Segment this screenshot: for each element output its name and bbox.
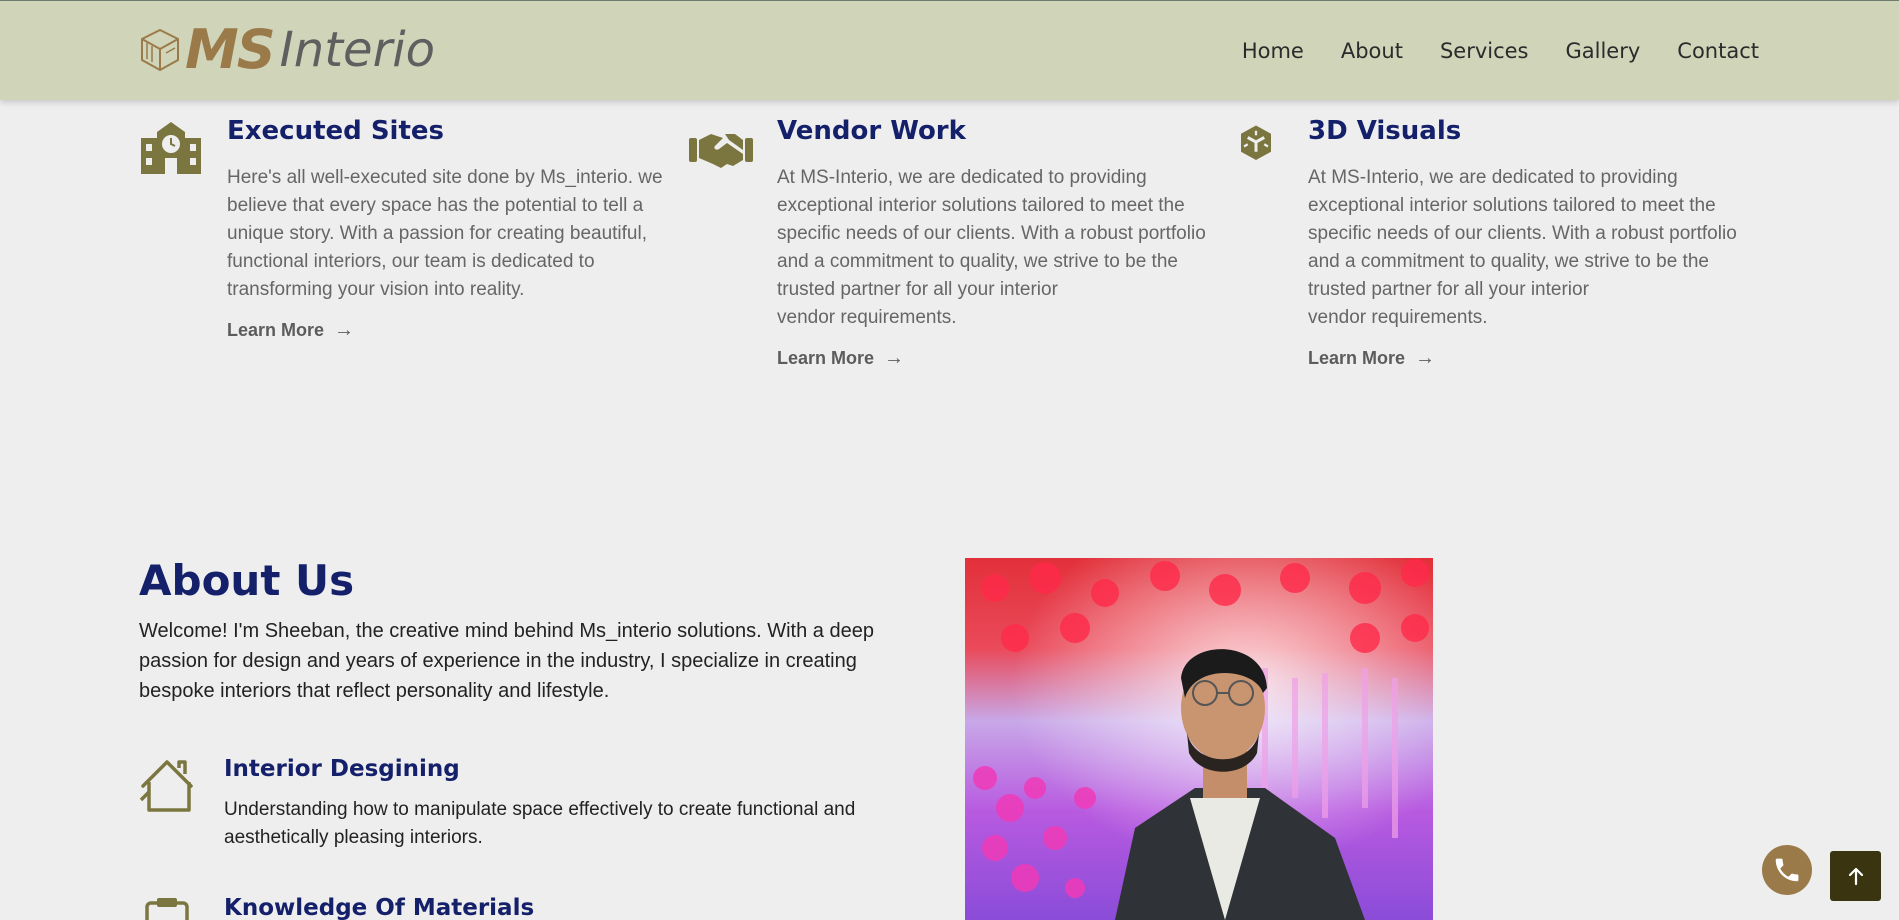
learn-more-link[interactable]: Learn More → xyxy=(1308,347,1435,370)
line: and a commitment to quality, we strive t… xyxy=(1308,251,1709,272)
about-portrait-photo xyxy=(965,558,1433,920)
nav-gallery[interactable]: Gallery xyxy=(1566,39,1641,63)
line: At MS-Interio, we are dedicated to provi… xyxy=(1308,167,1678,188)
line: believe that every space has the potenti… xyxy=(227,195,644,216)
learn-more-link[interactable]: Learn More → xyxy=(227,319,354,342)
service-description: At MS-Interio, we are dedicated to provi… xyxy=(1308,164,1758,332)
learn-more-label: Learn More xyxy=(227,320,325,340)
back-to-top-button[interactable] xyxy=(1830,851,1881,901)
house-icon xyxy=(139,760,193,812)
service-description: Here's all well-executed site done by Ms… xyxy=(227,164,667,304)
line: functional interiors, our team is dedica… xyxy=(227,251,595,272)
site-header: MS Interio Home About Services Gallery C… xyxy=(0,0,1899,100)
service-card-3d-visuals: 3D Visuals At MS-Interio, we are dedicat… xyxy=(1238,116,1758,376)
phone-icon xyxy=(1775,858,1799,882)
line: passion for design and years of experien… xyxy=(139,650,857,672)
logo-cube-icon xyxy=(141,28,179,72)
learn-more-label: Learn More xyxy=(1308,348,1406,368)
main-nav: Home About Services Gallery Contact xyxy=(1205,39,1759,63)
nav-contact[interactable]: Contact xyxy=(1677,39,1759,63)
arrow-right-icon: → xyxy=(334,319,355,341)
line: aesthetically pleasing interiors. xyxy=(224,827,483,848)
arrow-right-icon: → xyxy=(884,347,905,369)
line: At MS-Interio, we are dedicated to provi… xyxy=(777,167,1147,188)
service-card-executed-sites: Executed Sites Here's all well-executed … xyxy=(139,116,663,346)
learn-more-label: Learn More xyxy=(777,348,875,368)
line: exceptional interior solutions tailored … xyxy=(777,195,1185,216)
line: trusted partner for all your interior xyxy=(777,279,1058,300)
line: bespoke interiors that reflect personali… xyxy=(139,680,610,702)
handshake-icon xyxy=(689,134,753,168)
line: transforming your vision into reality. xyxy=(227,279,525,300)
school-building-icon xyxy=(141,122,201,174)
line: exceptional interior solutions tailored … xyxy=(1308,195,1716,216)
service-title: Executed Sites xyxy=(227,116,444,146)
line: vendor requirements. xyxy=(777,307,957,328)
line: and a commitment to quality, we strive t… xyxy=(777,251,1178,272)
arrow-right-icon: → xyxy=(1415,347,1436,369)
line: Welcome! I'm Sheeban, the creative mind … xyxy=(139,620,874,642)
feature-title: Knowledge Of Materials xyxy=(224,895,535,920)
arrow-up-icon xyxy=(1848,867,1863,886)
line: trusted partner for all your interior xyxy=(1308,279,1589,300)
feature-knowledge-materials: Knowledge Of Materials xyxy=(139,895,919,920)
feature-title: Interior Desgining xyxy=(224,756,460,782)
line: vendor requirements. xyxy=(1308,307,1488,328)
service-title: Vendor Work xyxy=(777,116,966,146)
feature-interior-designing: Interior Desgining Understanding how to … xyxy=(139,756,919,856)
logo-interio-text: Interio xyxy=(279,22,436,78)
brand-logo[interactable]: MS Interio xyxy=(139,18,436,81)
feature-description: Understanding how to manipulate space ef… xyxy=(224,796,894,852)
service-title: 3D Visuals xyxy=(1308,116,1462,146)
line: unique story. With a passion for creatin… xyxy=(227,223,647,244)
line: Here's all well-executed site done by Ms… xyxy=(227,167,663,188)
nav-home[interactable]: Home xyxy=(1242,39,1304,63)
line: specific needs of our clients. With a ro… xyxy=(1308,223,1737,244)
3d-cube-icon xyxy=(1241,125,1271,160)
service-description: At MS-Interio, we are dedicated to provi… xyxy=(777,164,1227,332)
clipboard-icon xyxy=(145,898,189,920)
line: Understanding how to manipulate space ef… xyxy=(224,799,856,820)
call-button[interactable] xyxy=(1762,845,1812,895)
about-title: About Us xyxy=(139,556,355,605)
service-card-vendor-work: Vendor Work At MS-Interio, we are dedica… xyxy=(689,116,1229,376)
learn-more-link[interactable]: Learn More → xyxy=(777,347,904,370)
nav-services[interactable]: Services xyxy=(1440,39,1529,63)
line: specific needs of our clients. With a ro… xyxy=(777,223,1206,244)
nav-about[interactable]: About xyxy=(1341,39,1403,63)
about-intro: Welcome! I'm Sheeban, the creative mind … xyxy=(139,616,899,706)
logo-ms-text: MS xyxy=(185,18,276,81)
